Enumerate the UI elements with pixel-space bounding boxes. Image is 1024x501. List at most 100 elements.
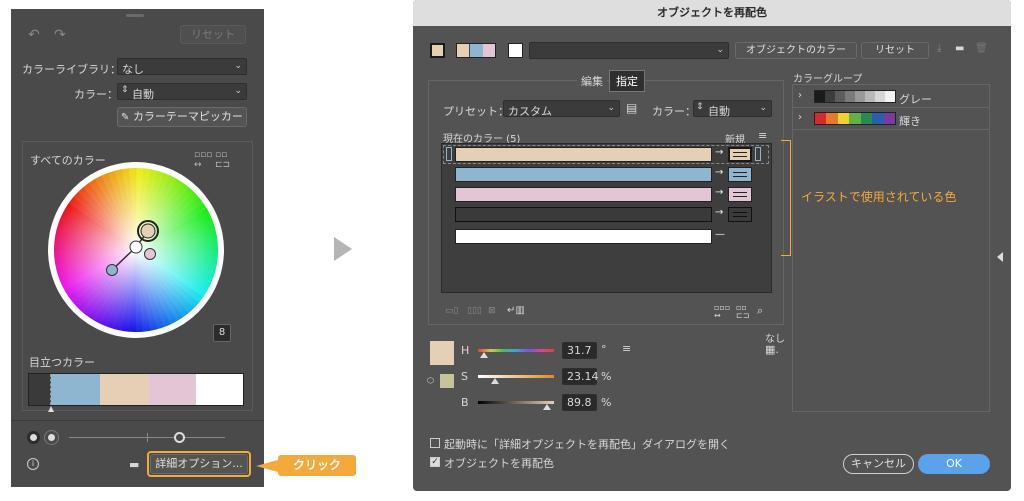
color-handle-2[interactable]	[129, 240, 143, 254]
color-handle-3[interactable]	[144, 248, 156, 260]
bright-group-swatches[interactable]	[814, 112, 896, 125]
library-select[interactable]: なし ⌄	[117, 58, 247, 76]
panel-reset-button[interactable]: リセット	[180, 25, 246, 44]
group-color-swatch	[875, 91, 885, 102]
color-group-panel	[792, 84, 990, 412]
arrow-right-icon[interactable]: →	[715, 147, 723, 158]
color-wheel[interactable]	[47, 161, 225, 339]
brightness-slider-handle[interactable]	[174, 432, 185, 443]
panel-grip[interactable]	[126, 14, 144, 17]
hsb-menu-icon[interactable]: ≡	[622, 342, 631, 355]
no-change-icon[interactable]: —	[715, 229, 725, 240]
info-icon[interactable]: i	[27, 458, 39, 470]
redo-icon[interactable]: ↷	[54, 27, 66, 43]
stepper-icon[interactable]: ⇕	[696, 102, 704, 112]
object-colors-button[interactable]: オブジェクトのカラー	[735, 42, 857, 59]
new-row-icon[interactable]: ↵▥	[507, 305, 525, 316]
theme-picker-button[interactable]: ✎ カラーテーマピッカー	[117, 107, 247, 127]
preset-options-icon[interactable]: ▤	[626, 101, 637, 115]
group-color-swatch	[826, 113, 838, 124]
link-harmony-icon[interactable]: ▫▫▫ ↔	[714, 304, 730, 320]
h-value-field[interactable]: 31.7	[562, 342, 597, 359]
new-color-swatch-inner	[733, 172, 747, 177]
merge-colors-icon[interactable]: ▭▯	[445, 306, 458, 316]
gray-group-swatches[interactable]	[814, 90, 896, 103]
separate-colors-icon[interactable]: ▯▯▯	[467, 306, 482, 316]
saturation-slider-handle[interactable]	[491, 378, 499, 384]
find-icon[interactable]: ⌕	[757, 304, 763, 318]
row-handle-icon[interactable]	[446, 147, 452, 161]
current-color-row[interactable]	[455, 167, 712, 182]
menu-icon[interactable]: ≡	[758, 129, 767, 142]
prominent-colors-bar[interactable]	[28, 373, 244, 406]
dialog-reset-button[interactable]: リセット	[861, 42, 929, 59]
cancel-button[interactable]: キャンセル	[843, 454, 914, 474]
folder-icon[interactable]: ▬	[129, 458, 139, 471]
limit-library-icon[interactable]: ▦.	[765, 343, 779, 356]
current-color-row[interactable]	[455, 147, 712, 162]
b-value-field[interactable]: 89.8	[562, 394, 597, 411]
s-unit: %	[601, 370, 612, 383]
hue-slider-track[interactable]	[478, 349, 554, 352]
chevron-right-icon[interactable]: ›	[798, 112, 802, 123]
tab-assign[interactable]: 指定	[609, 70, 645, 92]
brightness-toggle[interactable]	[45, 431, 58, 444]
library-label: カラーライブラリ：	[22, 63, 121, 76]
tab-edit[interactable]: 編集	[577, 71, 607, 91]
harmony-swatch	[470, 44, 483, 57]
new-group-folder-icon[interactable]: ▬	[955, 43, 964, 54]
colors-select[interactable]: ⇕ 自動 ⌄	[117, 83, 247, 101]
chevron-right-icon[interactable]: ›	[798, 90, 802, 101]
h-unit: °	[601, 343, 607, 356]
prominent-colors-label: 目立つカラー	[29, 356, 95, 369]
harmony-swatches[interactable]	[456, 43, 496, 58]
current-color-row[interactable]	[455, 229, 712, 244]
exclude-colors-icon[interactable]: ⊠	[488, 306, 496, 316]
ok-button[interactable]: OK	[918, 454, 990, 474]
colors-value: 自動	[132, 88, 154, 101]
undo-icon[interactable]: ↶	[28, 27, 40, 43]
prominent-color-swatch[interactable]	[51, 374, 100, 405]
preset-select[interactable]: カスタム ⌄	[503, 100, 620, 118]
cube-icon[interactable]: ⬡	[427, 376, 434, 385]
arrow-right-icon[interactable]: →	[715, 187, 723, 198]
active-color-swatch[interactable]	[430, 43, 445, 58]
white-swatch[interactable]	[508, 43, 523, 58]
prominent-color-swatch[interactable]	[149, 374, 196, 405]
saturation-slider-track[interactable]	[478, 375, 554, 378]
save-group-icon[interactable]: ⤓	[937, 43, 941, 54]
preset-label: プリセット：	[443, 105, 509, 118]
in-gamut-swatch[interactable]	[440, 374, 454, 388]
dialog-colors-select[interactable]: ⇕ 自動 ⌄	[693, 100, 772, 118]
row-options-icon[interactable]	[755, 147, 761, 161]
brightness-slider-handle-dialog[interactable]	[543, 404, 551, 410]
color-handle-1[interactable]	[140, 223, 156, 239]
delete-icon[interactable]: 🗑	[975, 43, 988, 54]
harmony-name-field[interactable]: ⌄	[529, 42, 729, 59]
chevron-down-icon: ⌄	[607, 103, 615, 113]
color-handle-4[interactable]	[106, 264, 118, 276]
harmony-swatch	[457, 44, 471, 57]
prominent-color-swatch[interactable]	[100, 374, 149, 405]
prominent-slider-marker[interactable]	[48, 406, 54, 412]
dialog-colors-label: カラー：	[652, 105, 696, 118]
link-harmony-icon[interactable]: 8	[213, 324, 231, 342]
current-color-row[interactable]	[455, 187, 712, 202]
hue-saturation-toggle[interactable]	[27, 431, 40, 444]
collapse-arrow-icon[interactable]	[997, 252, 1003, 262]
unlink-harmony-icon[interactable]: ▫▫ ⊏⊐	[736, 304, 749, 320]
recolor-checkbox[interactable]: ✓	[430, 457, 440, 467]
callout-pointer	[256, 460, 278, 472]
prominent-color-swatch[interactable]	[29, 374, 51, 405]
s-value-field[interactable]: 23.14	[562, 368, 599, 385]
recolor-checkbox-label: オブジェクトを再配色	[444, 457, 554, 470]
h-label: H	[461, 344, 470, 357]
arrow-right-icon[interactable]: →	[715, 167, 723, 178]
stepper-icon[interactable]: ⇕	[121, 85, 129, 95]
hue-slider-handle[interactable]	[480, 352, 488, 358]
startup-checkbox[interactable]	[430, 438, 440, 448]
arrow-right-icon[interactable]: →	[715, 207, 723, 218]
group-color-swatch	[855, 91, 865, 102]
current-color-row[interactable]	[455, 207, 712, 222]
prominent-color-swatch[interactable]	[196, 374, 243, 405]
